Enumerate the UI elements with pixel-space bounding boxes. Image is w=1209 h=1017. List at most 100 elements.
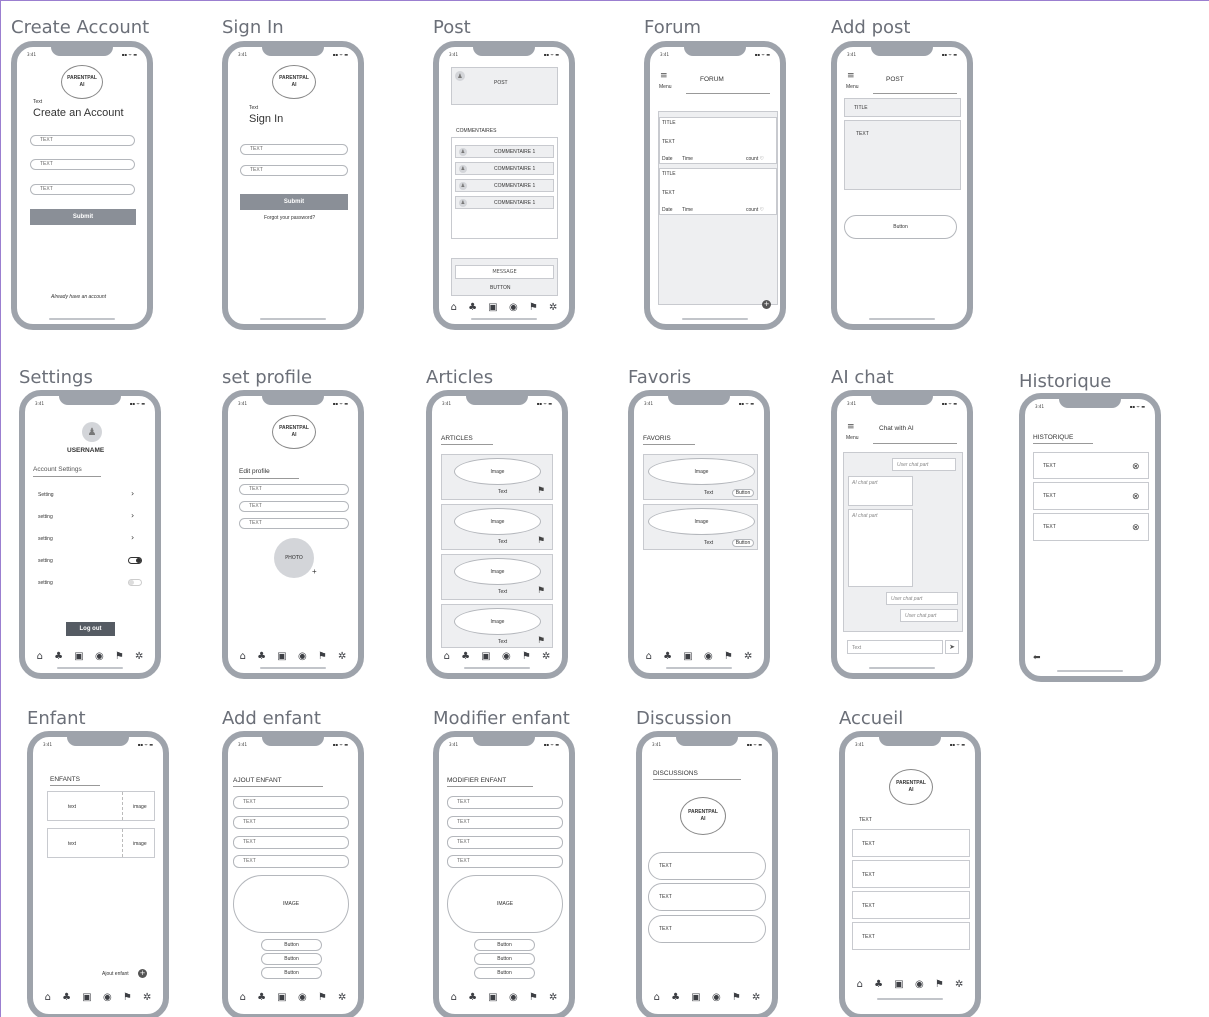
settings-icon[interactable]: ✲: [338, 650, 346, 664]
favorite-card[interactable]: Image Text Button: [643, 454, 758, 500]
settings-icon[interactable]: ✲: [752, 991, 760, 1005]
bookmark-icon[interactable]: ⚑: [123, 991, 132, 1005]
article-card[interactable]: Image Text ⚑: [441, 554, 553, 600]
setting-item[interactable]: setting: [38, 514, 53, 520]
settings-icon[interactable]: ✲: [135, 650, 143, 664]
login-link[interactable]: Already have an account: [51, 294, 106, 300]
content-input[interactable]: TEXT: [844, 120, 961, 190]
message-input[interactable]: MESSAGE: [455, 265, 554, 279]
child-field[interactable]: TEXT: [233, 836, 349, 849]
home-icon[interactable]: ⌂: [451, 301, 457, 315]
chat-icon[interactable]: ◉: [509, 991, 518, 1005]
home-card[interactable]: TEXT: [852, 891, 970, 919]
bookmark-icon[interactable]: ⚑: [529, 301, 538, 315]
home-icon[interactable]: ⌂: [857, 978, 863, 992]
article-icon[interactable]: ▣: [683, 650, 692, 664]
family-icon[interactable]: ♣: [874, 978, 883, 992]
article-icon[interactable]: ▣: [481, 650, 490, 664]
article-icon[interactable]: ▣: [277, 650, 286, 664]
chat-icon[interactable]: ◉: [298, 991, 307, 1005]
action-button[interactable]: Button: [474, 939, 535, 951]
settings-icon[interactable]: ✲: [542, 650, 550, 664]
like-count[interactable]: count ♡: [746, 207, 764, 213]
chat-input[interactable]: Text: [847, 640, 943, 654]
action-button[interactable]: Button: [474, 953, 535, 965]
email-field[interactable]: TEXT: [30, 159, 135, 170]
family-icon[interactable]: ♣: [468, 991, 477, 1005]
family-icon[interactable]: ♣: [663, 650, 672, 664]
article-icon[interactable]: ▣: [488, 991, 497, 1005]
article-icon[interactable]: ▣: [488, 301, 497, 315]
child-card[interactable]: text image: [47, 791, 155, 821]
menu-icon[interactable]: ≡: [847, 422, 855, 432]
home-card[interactable]: TEXT: [852, 860, 970, 888]
chat-icon[interactable]: ◉: [103, 991, 112, 1005]
action-button[interactable]: Button: [261, 953, 322, 965]
chat-icon[interactable]: ◉: [298, 650, 307, 664]
chat-icon[interactable]: ◉: [704, 650, 713, 664]
article-card[interactable]: Image Text ⚑: [441, 454, 553, 500]
chat-icon[interactable]: ◉: [502, 650, 511, 664]
family-icon[interactable]: ♣: [461, 650, 470, 664]
chat-icon[interactable]: ◉: [712, 991, 721, 1005]
bookmark-icon[interactable]: ⚑: [537, 586, 545, 596]
child-card[interactable]: text image: [47, 828, 155, 858]
submit-post-button[interactable]: Button: [844, 215, 957, 239]
article-icon[interactable]: ▣: [82, 991, 91, 1005]
setting-item[interactable]: Setting: [38, 492, 54, 498]
bookmark-icon[interactable]: ⚑: [318, 991, 327, 1005]
home-card[interactable]: TEXT: [852, 829, 970, 857]
chat-icon[interactable]: ◉: [915, 978, 924, 992]
bookmark-icon[interactable]: ⚑: [935, 978, 944, 992]
child-field[interactable]: TEXT: [233, 816, 349, 829]
home-icon[interactable]: ⌂: [646, 650, 652, 664]
setting-toggle-on[interactable]: [128, 557, 142, 564]
profile-field[interactable]: TEXT: [239, 518, 349, 529]
profile-field[interactable]: TEXT: [239, 484, 349, 495]
action-button[interactable]: Button: [474, 967, 535, 979]
delete-icon[interactable]: ⊗: [1132, 461, 1140, 471]
email-field[interactable]: TEXT: [240, 144, 348, 155]
add-post-icon[interactable]: +: [762, 300, 771, 309]
logout-button[interactable]: Log out: [66, 622, 115, 636]
history-item[interactable]: TEXT ⊗: [1033, 482, 1149, 510]
chat-icon[interactable]: ◉: [95, 650, 104, 664]
discussion-item[interactable]: TEXT: [648, 883, 766, 911]
home-icon[interactable]: ⌂: [240, 650, 246, 664]
child-field[interactable]: TEXT: [447, 855, 563, 868]
discussion-item[interactable]: TEXT: [648, 915, 766, 943]
action-button[interactable]: Button: [261, 939, 322, 951]
bookmark-icon[interactable]: ⚑: [724, 650, 733, 664]
home-icon[interactable]: ⌂: [444, 650, 450, 664]
article-icon[interactable]: ▣: [277, 991, 286, 1005]
child-field[interactable]: TEXT: [447, 836, 563, 849]
child-field[interactable]: TEXT: [447, 796, 563, 809]
child-field[interactable]: TEXT: [233, 796, 349, 809]
name-field[interactable]: TEXT: [30, 135, 135, 146]
bookmark-icon[interactable]: ⚑: [537, 536, 545, 546]
child-image-upload[interactable]: IMAGE: [233, 875, 349, 933]
home-icon[interactable]: ⌂: [654, 991, 660, 1005]
like-count[interactable]: count ♡: [746, 156, 764, 162]
add-child-label[interactable]: Ajout enfant: [102, 971, 129, 977]
family-icon[interactable]: ♣: [257, 991, 266, 1005]
article-card[interactable]: Image Text ⚑: [441, 604, 553, 648]
bookmark-icon[interactable]: ⚑: [318, 650, 327, 664]
bookmark-icon[interactable]: ⚑: [537, 486, 545, 496]
bookmark-icon[interactable]: ⚑: [537, 636, 545, 646]
action-button[interactable]: Button: [261, 967, 322, 979]
bookmark-icon[interactable]: ⚑: [732, 991, 741, 1005]
setting-toggle-off[interactable]: [128, 579, 142, 586]
bookmark-icon[interactable]: ⚑: [522, 650, 531, 664]
settings-icon[interactable]: ✲: [549, 301, 557, 315]
family-icon[interactable]: ♣: [54, 650, 63, 664]
home-icon[interactable]: ⌂: [37, 650, 43, 664]
home-icon[interactable]: ⌂: [451, 991, 457, 1005]
child-field[interactable]: TEXT: [233, 855, 349, 868]
history-item[interactable]: TEXT ⊗: [1033, 452, 1149, 479]
password-field[interactable]: TEXT: [240, 165, 348, 176]
discussion-item[interactable]: TEXT: [648, 852, 766, 880]
settings-icon[interactable]: ✲: [955, 978, 963, 992]
article-card[interactable]: Image Text ⚑: [441, 504, 553, 550]
title-input[interactable]: TITLE: [844, 98, 961, 117]
